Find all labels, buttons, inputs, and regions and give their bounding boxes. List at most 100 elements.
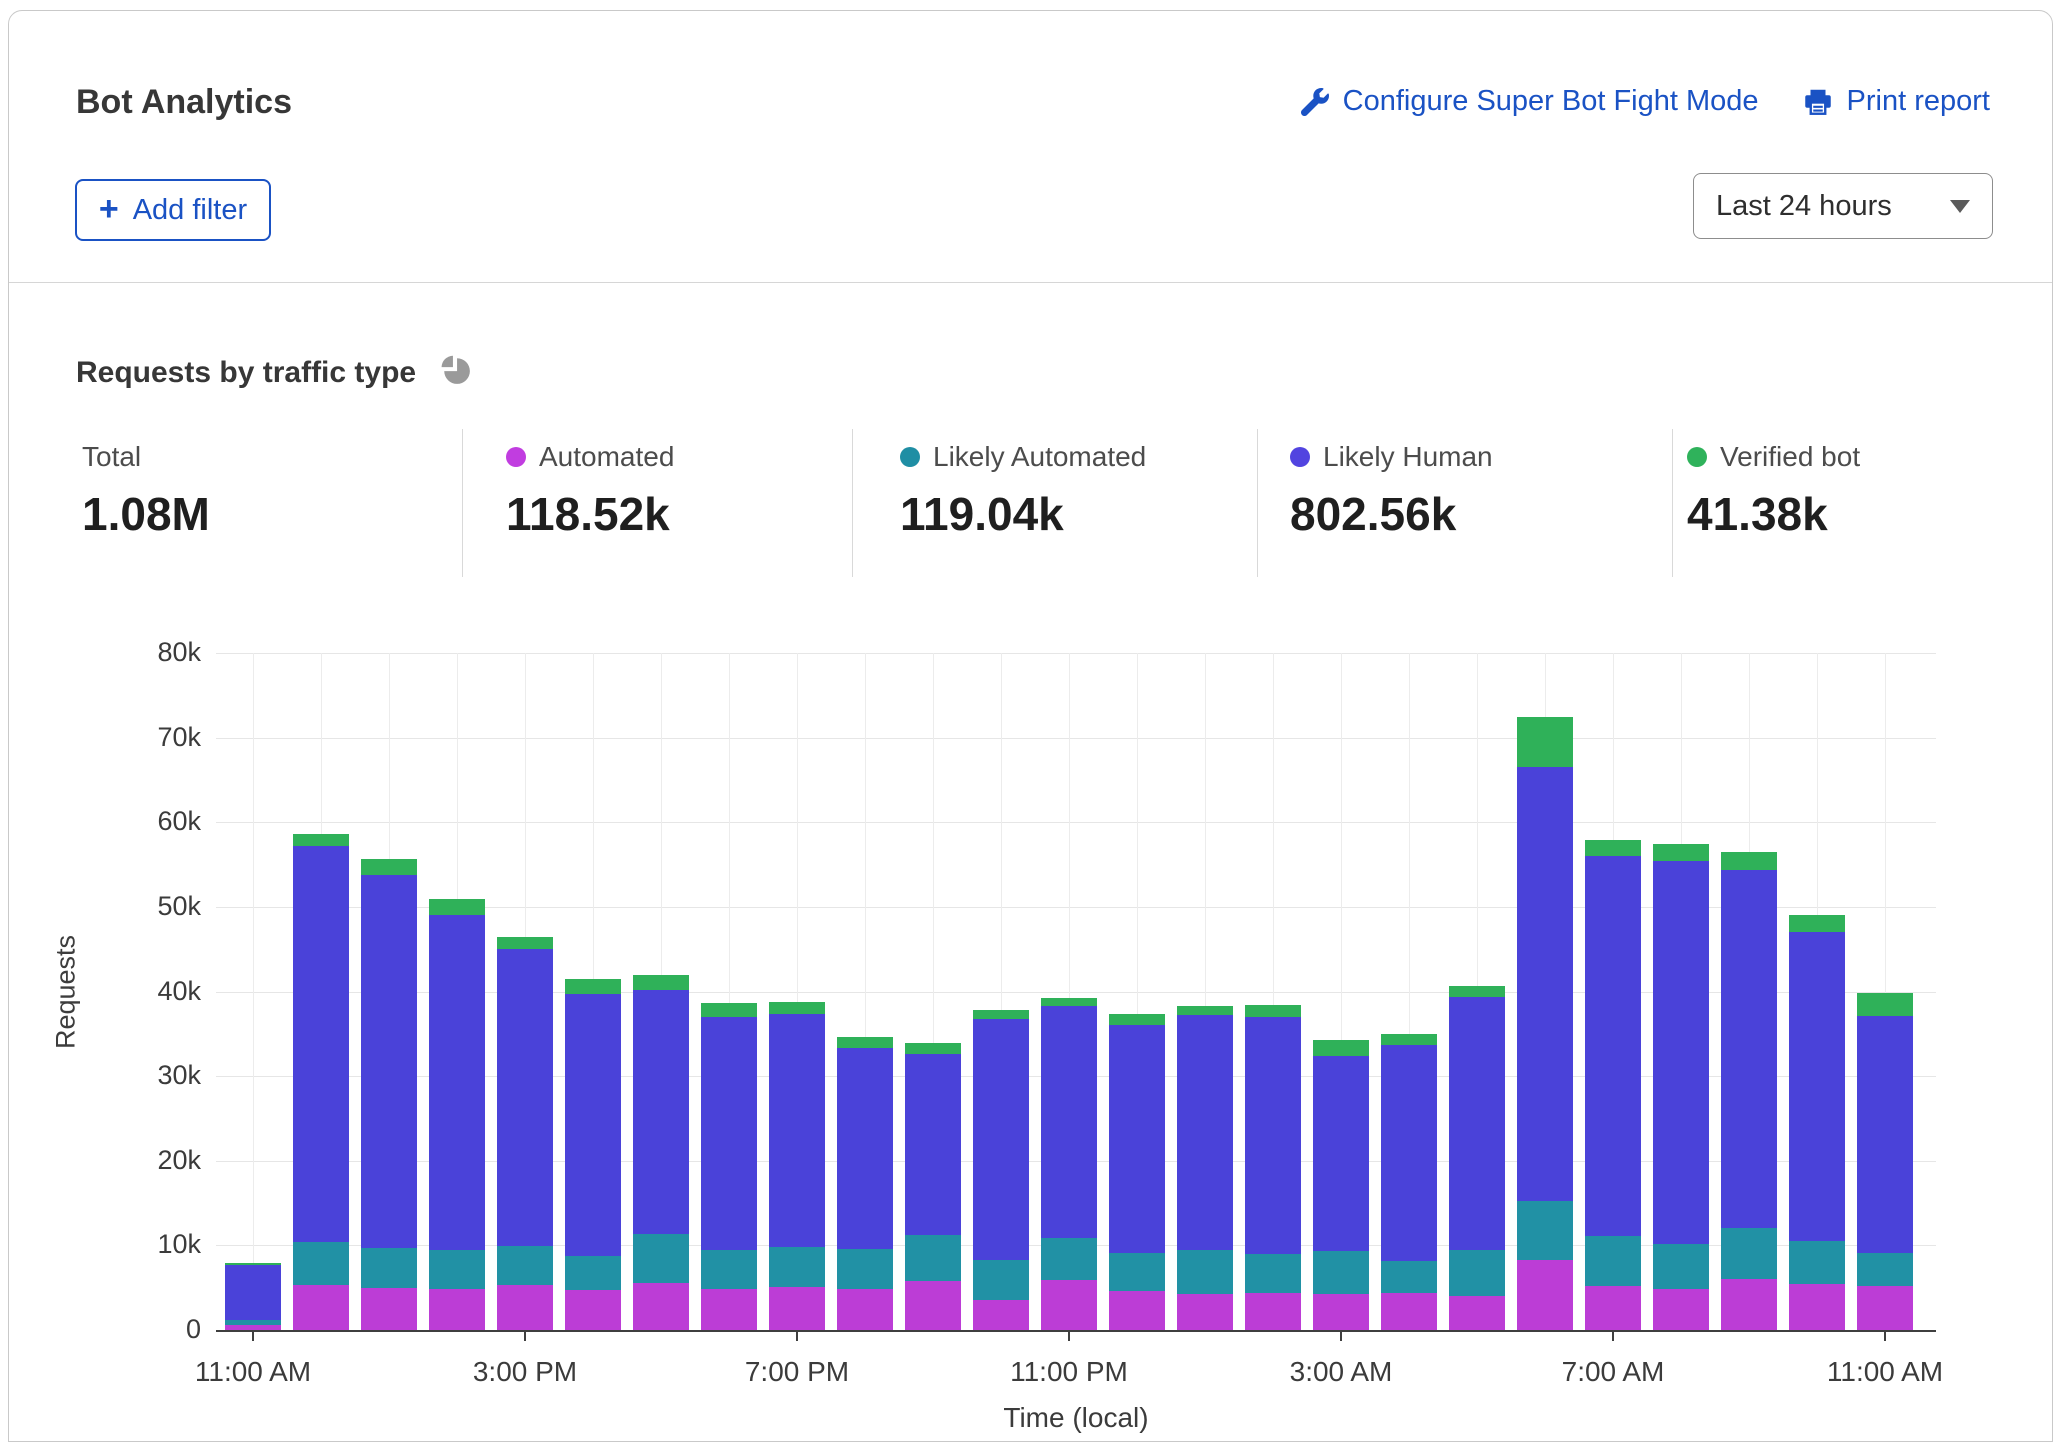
bar-segment-automated[interactable]	[837, 1289, 893, 1330]
bar-hour-12[interactable]	[1041, 998, 1097, 1330]
bar-segment-likely-human[interactable]	[565, 994, 621, 1255]
stat-total[interactable]: Total1.08M	[82, 441, 210, 541]
bar-hour-17[interactable]	[1381, 1034, 1437, 1330]
bar-segment-likely-automated[interactable]	[1517, 1201, 1573, 1259]
bar-hour-0[interactable]	[225, 1263, 281, 1330]
bar-hour-15[interactable]	[1245, 1005, 1301, 1330]
bar-segment-likely-automated[interactable]	[837, 1249, 893, 1290]
bar-segment-verified-bot[interactable]	[1245, 1005, 1301, 1017]
bar-segment-likely-human[interactable]	[1857, 1016, 1913, 1253]
bar-segment-automated[interactable]	[1381, 1293, 1437, 1330]
bar-segment-likely-human[interactable]	[1789, 932, 1845, 1241]
bar-hour-8[interactable]	[769, 1002, 825, 1330]
bar-segment-verified-bot[interactable]	[1585, 840, 1641, 856]
bar-segment-likely-human[interactable]	[837, 1048, 893, 1249]
bar-segment-automated[interactable]	[1245, 1293, 1301, 1330]
bar-hour-14[interactable]	[1177, 1006, 1233, 1330]
bar-hour-21[interactable]	[1653, 844, 1709, 1330]
bar-segment-verified-bot[interactable]	[293, 834, 349, 846]
bar-segment-likely-human[interactable]	[1585, 856, 1641, 1236]
bar-hour-19[interactable]	[1517, 717, 1573, 1330]
bar-segment-likely-automated[interactable]	[1653, 1244, 1709, 1290]
bar-segment-likely-human[interactable]	[1313, 1056, 1369, 1251]
bar-hour-1[interactable]	[293, 834, 349, 1330]
bar-segment-verified-bot[interactable]	[701, 1003, 757, 1017]
bar-segment-likely-human[interactable]	[1721, 870, 1777, 1229]
bar-segment-likely-human[interactable]	[1041, 1006, 1097, 1238]
bar-hour-24[interactable]	[1857, 993, 1913, 1330]
bar-segment-likely-human[interactable]	[225, 1265, 281, 1320]
print-report-link[interactable]: Print report	[1803, 85, 1990, 118]
bar-segment-likely-automated[interactable]	[1585, 1236, 1641, 1286]
bar-segment-automated[interactable]	[1517, 1260, 1573, 1330]
bar-hour-20[interactable]	[1585, 840, 1641, 1330]
bar-hour-13[interactable]	[1109, 1014, 1165, 1330]
bar-segment-likely-human[interactable]	[1517, 767, 1573, 1201]
bar-segment-verified-bot[interactable]	[837, 1037, 893, 1048]
bar-segment-automated[interactable]	[1721, 1279, 1777, 1330]
bar-hour-5[interactable]	[565, 979, 621, 1330]
bar-segment-automated[interactable]	[429, 1289, 485, 1330]
bar-segment-likely-human[interactable]	[429, 915, 485, 1250]
bar-segment-verified-bot[interactable]	[769, 1002, 825, 1014]
bar-segment-automated[interactable]	[293, 1285, 349, 1330]
bar-segment-verified-bot[interactable]	[1381, 1034, 1437, 1045]
bar-segment-automated[interactable]	[701, 1289, 757, 1330]
stat-likely-automated[interactable]: Likely Automated119.04k	[900, 441, 1146, 541]
bar-hour-16[interactable]	[1313, 1040, 1369, 1330]
bar-segment-likely-automated[interactable]	[769, 1247, 825, 1287]
bar-segment-likely-automated[interactable]	[361, 1248, 417, 1288]
stat-automated[interactable]: Automated118.52k	[506, 441, 674, 541]
bar-segment-verified-bot[interactable]	[973, 1010, 1029, 1019]
bar-segment-likely-automated[interactable]	[497, 1246, 553, 1285]
bar-segment-verified-bot[interactable]	[1313, 1040, 1369, 1056]
bar-segment-likely-human[interactable]	[905, 1054, 961, 1235]
bar-hour-22[interactable]	[1721, 852, 1777, 1330]
bar-segment-automated[interactable]	[905, 1281, 961, 1330]
bar-segment-likely-automated[interactable]	[1245, 1254, 1301, 1293]
bar-hour-23[interactable]	[1789, 915, 1845, 1330]
bar-segment-verified-bot[interactable]	[1449, 986, 1505, 997]
bar-segment-likely-human[interactable]	[1245, 1017, 1301, 1254]
bar-segment-automated[interactable]	[1449, 1296, 1505, 1330]
bar-segment-automated[interactable]	[1041, 1280, 1097, 1330]
bar-segment-likely-human[interactable]	[293, 846, 349, 1242]
bar-segment-verified-bot[interactable]	[1857, 993, 1913, 1016]
bar-segment-likely-automated[interactable]	[565, 1256, 621, 1291]
bar-segment-likely-automated[interactable]	[905, 1235, 961, 1281]
bar-segment-likely-automated[interactable]	[1041, 1238, 1097, 1280]
bar-segment-likely-automated[interactable]	[1313, 1251, 1369, 1293]
stat-verified-bot[interactable]: Verified bot41.38k	[1687, 441, 1860, 541]
bar-segment-likely-automated[interactable]	[1381, 1261, 1437, 1292]
bar-segment-verified-bot[interactable]	[633, 975, 689, 990]
bar-segment-likely-human[interactable]	[701, 1017, 757, 1251]
time-range-select[interactable]: Last 24 hours	[1693, 173, 1993, 239]
bar-segment-likely-automated[interactable]	[293, 1242, 349, 1285]
bar-hour-9[interactable]	[837, 1037, 893, 1330]
bar-segment-automated[interactable]	[973, 1300, 1029, 1330]
bar-segment-automated[interactable]	[361, 1288, 417, 1330]
bar-segment-verified-bot[interactable]	[1041, 998, 1097, 1006]
bar-hour-3[interactable]	[429, 899, 485, 1330]
bar-segment-likely-human[interactable]	[1109, 1025, 1165, 1253]
bar-segment-likely-human[interactable]	[1449, 997, 1505, 1250]
bar-segment-likely-human[interactable]	[633, 990, 689, 1235]
bar-segment-verified-bot[interactable]	[565, 979, 621, 994]
bar-segment-automated[interactable]	[1109, 1291, 1165, 1330]
bar-segment-verified-bot[interactable]	[905, 1043, 961, 1054]
bar-segment-verified-bot[interactable]	[1789, 915, 1845, 932]
bar-hour-11[interactable]	[973, 1010, 1029, 1330]
bar-segment-likely-human[interactable]	[1177, 1015, 1233, 1250]
bar-segment-verified-bot[interactable]	[429, 899, 485, 914]
bar-segment-likely-human[interactable]	[973, 1019, 1029, 1259]
bar-segment-verified-bot[interactable]	[1109, 1014, 1165, 1026]
stat-likely-human[interactable]: Likely Human802.56k	[1290, 441, 1493, 541]
bar-hour-4[interactable]	[497, 937, 553, 1330]
bar-segment-likely-automated[interactable]	[973, 1260, 1029, 1301]
bar-segment-verified-bot[interactable]	[1721, 852, 1777, 870]
bar-segment-verified-bot[interactable]	[1653, 844, 1709, 861]
bar-segment-likely-automated[interactable]	[429, 1250, 485, 1289]
bar-segment-likely-automated[interactable]	[1177, 1250, 1233, 1293]
bar-segment-likely-human[interactable]	[1653, 861, 1709, 1244]
bar-segment-automated[interactable]	[633, 1283, 689, 1330]
